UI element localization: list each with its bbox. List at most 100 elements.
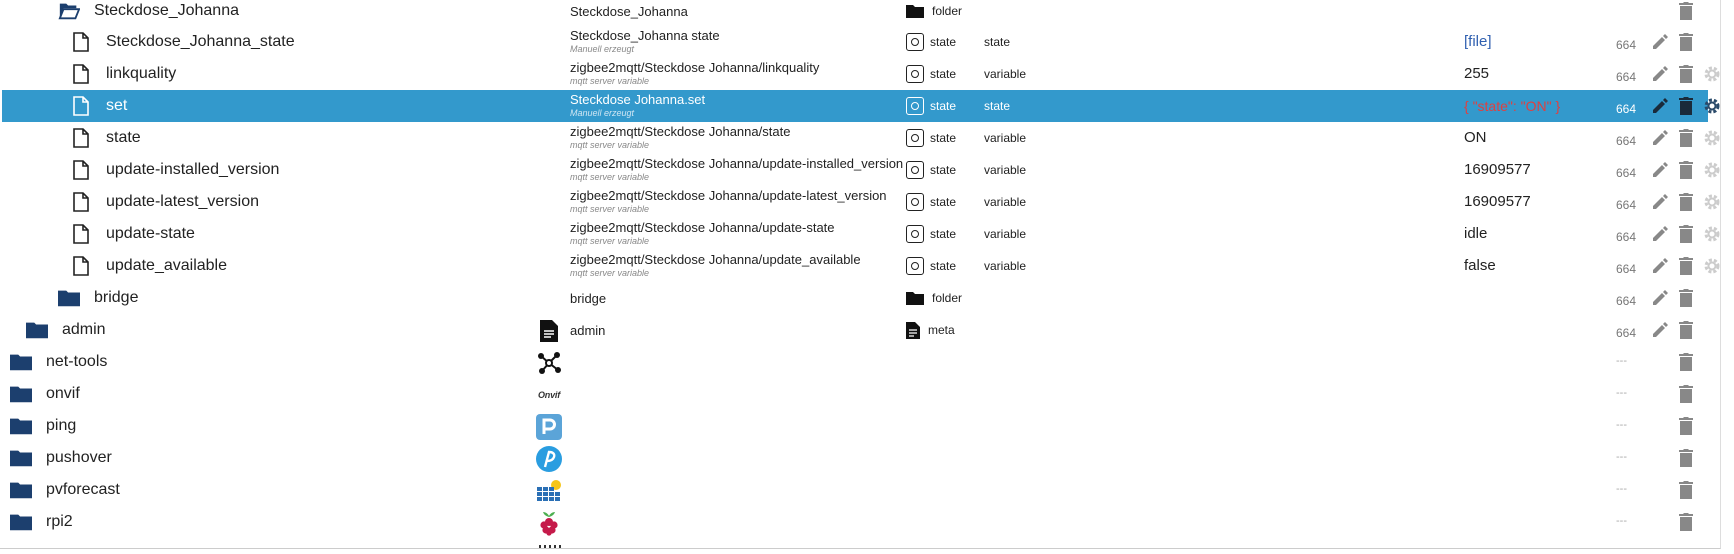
- table-row[interactable]: state zigbee2mqtt/Steckdose Johanna/stat…: [2, 122, 1720, 154]
- row-value[interactable]: idle: [1464, 218, 1487, 250]
- edit-button[interactable]: [1650, 192, 1670, 212]
- row-type: state: [906, 26, 956, 58]
- edit-button[interactable]: [1650, 288, 1670, 308]
- delete-button[interactable]: [1676, 96, 1696, 116]
- delete-button[interactable]: [1676, 512, 1696, 532]
- state-icon: [906, 257, 924, 275]
- table-row[interactable]: Steckdose_Johanna Steckdose_Johanna fold…: [2, 0, 1708, 27]
- row-name[interactable]: bridge: [58, 282, 138, 314]
- row-name[interactable]: net-tools: [10, 346, 107, 378]
- edit-button[interactable]: [1650, 320, 1670, 340]
- row-value[interactable]: 16909577: [1464, 154, 1531, 186]
- delete-button[interactable]: [1676, 32, 1696, 52]
- table-row[interactable]: update-installed_version zigbee2mqtt/Ste…: [2, 154, 1720, 186]
- row-description: Steckdose Johanna.set Manuell erzeugt: [570, 92, 706, 118]
- table-row-selected[interactable]: set Steckdose Johanna.set Manuell erzeugt…: [2, 90, 1720, 122]
- delete-button[interactable]: [1676, 64, 1696, 84]
- table-row[interactable]: onvif Onvif ---: [2, 378, 1708, 410]
- row-name[interactable]: Steckdose_Johanna_state: [70, 26, 295, 58]
- gear-icon[interactable]: [1702, 96, 1722, 116]
- delete-button[interactable]: [1676, 256, 1696, 276]
- row-value[interactable]: { "state": "ON" }: [1464, 90, 1560, 122]
- edit-button[interactable]: [1650, 224, 1670, 244]
- edit-button[interactable]: [1650, 128, 1670, 148]
- delete-button[interactable]: [1676, 384, 1696, 404]
- folder-icon[interactable]: [10, 415, 32, 437]
- table-row[interactable]: ping ---: [2, 410, 1708, 442]
- table-row[interactable]: update-state zigbee2mqtt/Steckdose Johan…: [2, 218, 1720, 250]
- delete-button[interactable]: [1676, 224, 1696, 244]
- row-name[interactable]: Steckdose_Johanna: [58, 0, 239, 27]
- folder-icon[interactable]: [26, 319, 48, 341]
- folder-open-icon[interactable]: [58, 0, 80, 22]
- delete-button[interactable]: [1676, 288, 1696, 308]
- state-icon: [906, 97, 924, 115]
- row-name[interactable]: pushover: [10, 442, 112, 474]
- delete-button[interactable]: [1676, 192, 1696, 212]
- gear-icon[interactable]: [1702, 160, 1722, 180]
- delete-button[interactable]: [1676, 448, 1696, 468]
- raspberry-pi-icon: [535, 510, 563, 536]
- row-acl: ---: [1616, 387, 1627, 399]
- next-adapter-icon: [536, 540, 562, 548]
- row-name[interactable]: admin: [26, 314, 106, 346]
- gear-icon[interactable]: [1702, 192, 1722, 212]
- edit-button[interactable]: [1650, 32, 1670, 52]
- table-row[interactable]: pvforecast ---: [2, 474, 1708, 506]
- table-row[interactable]: linkquality zigbee2mqtt/Steckdose Johann…: [2, 58, 1720, 90]
- table-row[interactable]: update_available zigbee2mqtt/Steckdose J…: [2, 250, 1720, 282]
- row-name[interactable]: state: [70, 122, 141, 154]
- delete-button[interactable]: [1676, 1, 1696, 21]
- row-value[interactable]: ON: [1464, 122, 1487, 154]
- row-name[interactable]: ping: [10, 410, 76, 442]
- row-name[interactable]: update-installed_version: [70, 154, 279, 186]
- row-name[interactable]: update-latest_version: [70, 186, 259, 218]
- edit-button[interactable]: [1650, 64, 1670, 84]
- delete-button[interactable]: [1676, 352, 1696, 372]
- row-value[interactable]: 255: [1464, 58, 1489, 90]
- table-row[interactable]: rpi2 ---: [2, 506, 1708, 538]
- table-row[interactable]: pushover ---: [2, 442, 1708, 474]
- row-name[interactable]: rpi2: [10, 506, 73, 538]
- edit-button[interactable]: [1650, 256, 1670, 276]
- folder-icon[interactable]: [10, 351, 32, 373]
- row-name[interactable]: update_available: [70, 250, 227, 282]
- row-value[interactable]: 16909577: [1464, 186, 1531, 218]
- state-icon: [906, 65, 924, 83]
- row-role: state: [984, 35, 1011, 49]
- network-nodes-icon: [535, 350, 563, 376]
- row-value[interactable]: [file]: [1464, 26, 1492, 58]
- row-name[interactable]: pvforecast: [10, 474, 120, 506]
- gear-icon[interactable]: [1702, 224, 1722, 244]
- folder-icon[interactable]: [10, 383, 32, 405]
- table-row[interactable]: net-tools ---: [2, 346, 1708, 378]
- row-description: zigbee2mqtt/Steckdose Johanna/state mqtt …: [570, 124, 791, 150]
- row-value[interactable]: false: [1464, 250, 1496, 282]
- file-icon: [70, 31, 92, 53]
- delete-button[interactable]: [1676, 480, 1696, 500]
- delete-button[interactable]: [1676, 320, 1696, 340]
- delete-button[interactable]: [1676, 416, 1696, 436]
- edit-button[interactable]: [1650, 96, 1670, 116]
- delete-button[interactable]: [1676, 128, 1696, 148]
- folder-icon[interactable]: [10, 447, 32, 469]
- row-name[interactable]: linkquality: [70, 58, 176, 90]
- row-name-label: Steckdose_Johanna: [94, 2, 239, 19]
- gear-icon[interactable]: [1702, 128, 1722, 148]
- folder-icon[interactable]: [58, 287, 80, 309]
- folder-icon[interactable]: [10, 511, 32, 533]
- edit-button[interactable]: [1650, 160, 1670, 180]
- row-acl: 664: [1616, 102, 1637, 116]
- folder-icon[interactable]: [10, 479, 32, 501]
- table-row[interactable]: update-latest_version zigbee2mqtt/Steckd…: [2, 186, 1720, 218]
- row-name[interactable]: onvif: [10, 378, 80, 410]
- table-row[interactable]: admin admin meta 664: [2, 314, 1708, 346]
- table-row[interactable]: bridge bridge folder 664: [2, 282, 1708, 314]
- delete-button[interactable]: [1676, 160, 1696, 180]
- row-acl: 664: [1616, 326, 1637, 340]
- gear-icon[interactable]: [1702, 256, 1722, 276]
- table-row[interactable]: Steckdose_Johanna_state Steckdose_Johann…: [2, 26, 1708, 58]
- row-name[interactable]: update-state: [70, 218, 195, 250]
- row-name[interactable]: set: [70, 90, 127, 122]
- gear-icon[interactable]: [1702, 64, 1722, 84]
